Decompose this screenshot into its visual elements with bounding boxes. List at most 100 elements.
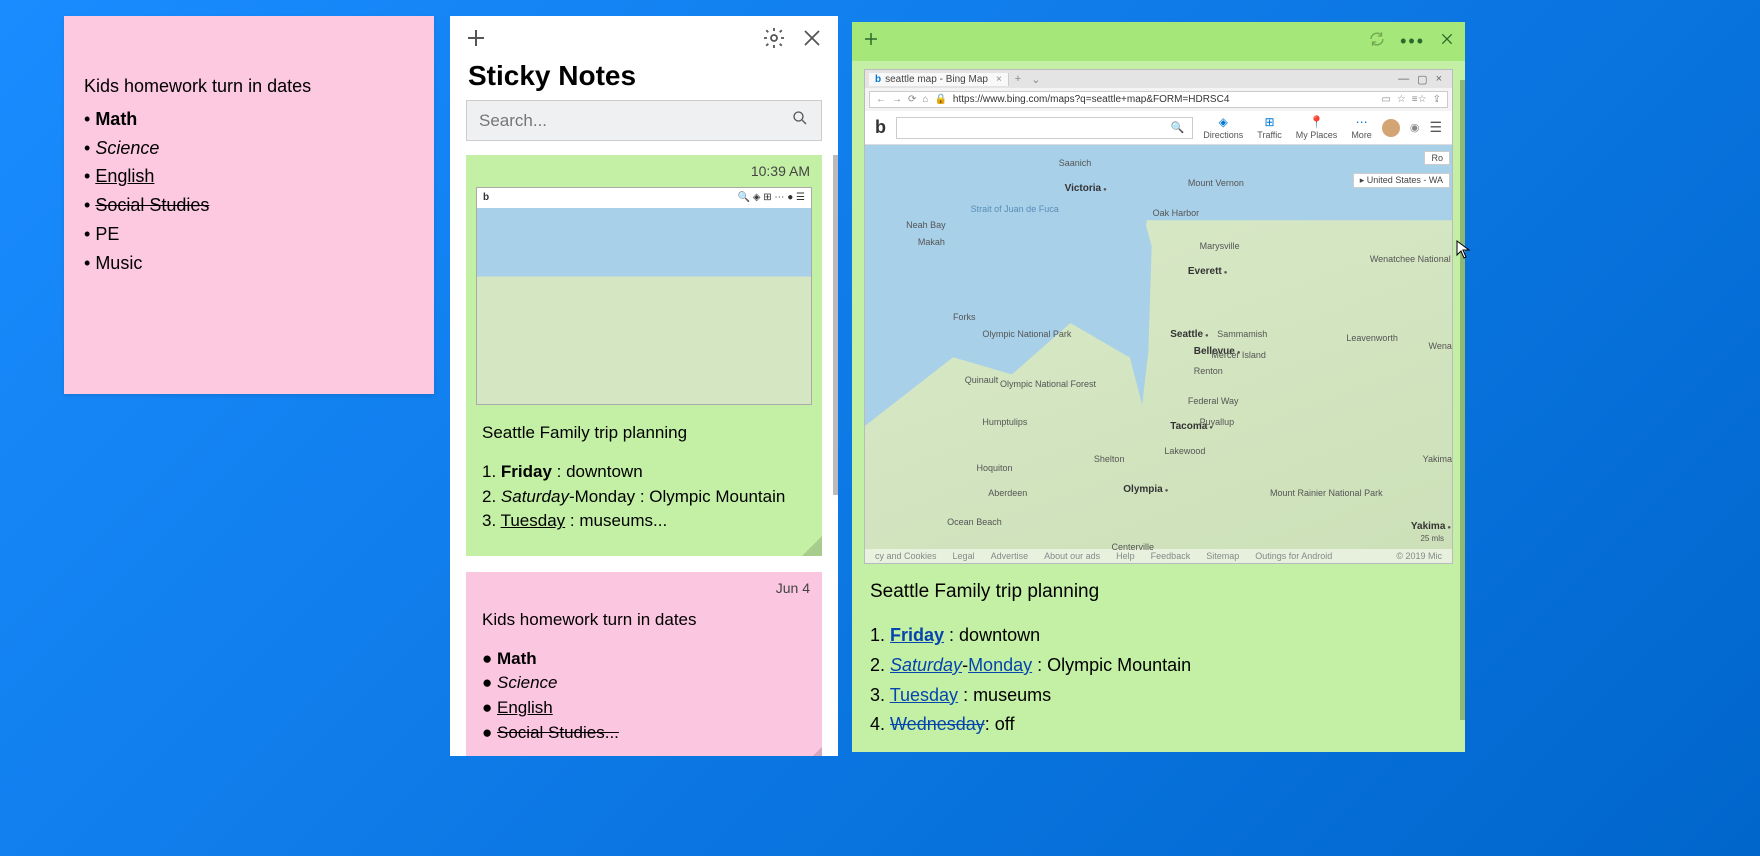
search-icon	[791, 109, 809, 132]
new-note-button[interactable]	[464, 26, 488, 50]
card-body: Kids homework turn in dates● Math● Scien…	[466, 600, 822, 756]
pink-note-title: Kids homework turn in dates	[84, 72, 414, 101]
card-line: ● English	[482, 696, 806, 721]
map-label: Humptulips	[982, 417, 1027, 427]
note-card[interactable]: Jun 4Kids homework turn in dates● Math● …	[466, 572, 822, 756]
map-label: Shelton	[1094, 454, 1125, 464]
fold-corner-icon	[802, 536, 822, 556]
maximize-icon: ▢	[1417, 73, 1427, 86]
map-label: Sammamish	[1217, 329, 1267, 339]
list-title: Sticky Notes	[450, 54, 838, 100]
card-line: 3. Tuesday : museums...	[482, 509, 806, 534]
pink-note-item: Social Studies	[84, 191, 414, 220]
pink-note-item: Math	[84, 105, 414, 134]
map-label: Wenatchee National Forest	[1370, 254, 1452, 264]
green-sticky-note[interactable]: ••• b seattle map - Bing Map × + ⌄ — ▢ ×…	[852, 22, 1465, 752]
scrollbar[interactable]	[833, 155, 838, 495]
browser-tab: b seattle map - Bing Map ×	[869, 73, 1009, 86]
road-badge: Ro	[1424, 151, 1450, 165]
scrollbar[interactable]	[1460, 80, 1465, 720]
menu-button[interactable]: •••	[1400, 31, 1425, 52]
bing-action-more: ⋯More	[1351, 115, 1372, 140]
pink-note-list: MathScienceEnglishSocial StudiesPEMusic	[84, 105, 414, 278]
map-label: Saanich	[1059, 158, 1092, 168]
map-footer-link: Advertise	[991, 551, 1029, 561]
pink-note-item: PE	[84, 220, 414, 249]
map-label: Neah Bay	[906, 220, 946, 230]
browser-tab-bar: b seattle map - Bing Map × + ⌄ — ▢ ×	[865, 70, 1452, 88]
map-footer-link: Help	[1116, 551, 1135, 561]
map-label: Marysville	[1200, 241, 1240, 251]
pink-sticky-note[interactable]: Kids homework turn in dates MathScienceE…	[64, 16, 434, 394]
map-label: Olympia	[1123, 484, 1168, 495]
map-label: Lakewood	[1164, 446, 1205, 456]
card-line: 1. Friday : downtown	[482, 460, 806, 485]
bing-action-my-places: 📍My Places	[1296, 115, 1338, 140]
card-line: 2. Saturday-Monday : Olympic Mountain	[482, 485, 806, 510]
map-label: Puyallup	[1200, 417, 1235, 427]
fold-corner-icon	[802, 747, 822, 756]
close-icon: ×	[1436, 73, 1442, 86]
map-label: Strait of Juan de Fuca	[971, 204, 1059, 214]
card-body: Seattle Family trip planning 1. Friday : …	[466, 413, 822, 556]
map-label: Forks	[953, 312, 976, 322]
map-label: Victoria	[1065, 183, 1107, 194]
map-label: Quinault	[965, 375, 999, 385]
hamburger-icon: ☰	[1429, 119, 1442, 136]
bing-action-traffic: ⊞Traffic	[1257, 115, 1282, 140]
map-footer-link: Outings for Android	[1255, 551, 1332, 561]
browser-address-bar: ← → ⟳ ⌂ 🔒 https://www.bing.com/maps?q=se…	[869, 91, 1448, 108]
sync-icon[interactable]	[1368, 30, 1386, 53]
map-footer-link: cy and Cookies	[875, 551, 937, 561]
bing-logo-icon: b	[875, 117, 886, 138]
list-toolbar	[450, 16, 838, 54]
card-line: ● Science	[482, 671, 806, 696]
map-copyright: © 2019 Mic	[1396, 551, 1442, 561]
map-label: Leavenworth	[1346, 333, 1398, 343]
map-label: Renton	[1194, 366, 1223, 376]
card-timestamp: Jun 4	[466, 572, 822, 600]
map-footer: cy and CookiesLegalAdvertiseAbout our ad…	[865, 549, 1452, 563]
refresh-icon: ⟳	[908, 94, 916, 105]
settings-button[interactable]	[762, 26, 786, 50]
map-footer-link: Feedback	[1151, 551, 1191, 561]
rewards-icon: ◉	[1410, 121, 1420, 134]
map-label: Olympic National Forest	[1000, 379, 1096, 389]
green-note-line: 2. Saturday-Monday : Olympic Mountain	[870, 651, 1447, 681]
tab-chevron-icon: ⌄	[1027, 73, 1044, 86]
green-note-body[interactable]: Seattle Family trip planning 1. Friday :…	[852, 576, 1465, 752]
forward-icon: →	[892, 94, 902, 105]
favorite-icon: ☆	[1397, 94, 1406, 105]
close-button[interactable]	[1439, 31, 1455, 52]
map-label: Yakima	[1411, 521, 1451, 532]
lock-icon: 🔒	[934, 94, 946, 105]
browser-screenshot: b seattle map - Bing Map × + ⌄ — ▢ × ← →…	[864, 69, 1453, 564]
tab-title: seattle map - Bing Map	[885, 74, 988, 85]
favorites-bar-icon: ≡☆	[1412, 94, 1427, 105]
card-timestamp: 10:39 AM	[466, 155, 822, 183]
map-label: Everett	[1188, 266, 1228, 277]
map-thumbnail: b🔍 ◈ ⊞ ⋯ ● ☰	[476, 187, 812, 405]
notes-scroll-area[interactable]: 10:39 AMb🔍 ◈ ⊞ ⋯ ● ☰Seattle Family trip …	[450, 155, 838, 756]
search-box[interactable]	[466, 100, 822, 141]
map-label: Mount Vernon	[1188, 178, 1244, 188]
map-label: Yakima Training Center	[1423, 454, 1452, 464]
green-note-line: 4. Wednesday: off	[870, 710, 1447, 740]
note-card[interactable]: 10:39 AMb🔍 ◈ ⊞ ⋯ ● ☰Seattle Family trip …	[466, 155, 822, 556]
map-footer-link: Sitemap	[1206, 551, 1239, 561]
notes-list-window: Sticky Notes 10:39 AMb🔍 ◈ ⊞ ⋯ ● ☰Seattle…	[450, 16, 838, 756]
tab-close-icon: ×	[996, 74, 1002, 85]
map-label: Makah	[918, 237, 945, 247]
search-input[interactable]	[479, 111, 791, 131]
map-label: Seattle	[1170, 329, 1208, 340]
card-title: Seattle Family trip planning	[482, 421, 806, 446]
close-button[interactable]	[800, 26, 824, 50]
region-badge: ▸ United States - WA	[1353, 173, 1450, 188]
minimize-icon: —	[1398, 73, 1409, 86]
bing-maps-toolbar: b 🔍 ◈Directions⊞Traffic📍My Places⋯More ◉…	[865, 111, 1452, 145]
card-title: Kids homework turn in dates	[482, 608, 806, 633]
new-note-button[interactable]	[862, 30, 880, 53]
pink-note-item: Science	[84, 134, 414, 163]
map-label: Oak Harbor	[1153, 208, 1200, 218]
green-note-line: 3. Tuesday : museums	[870, 681, 1447, 711]
